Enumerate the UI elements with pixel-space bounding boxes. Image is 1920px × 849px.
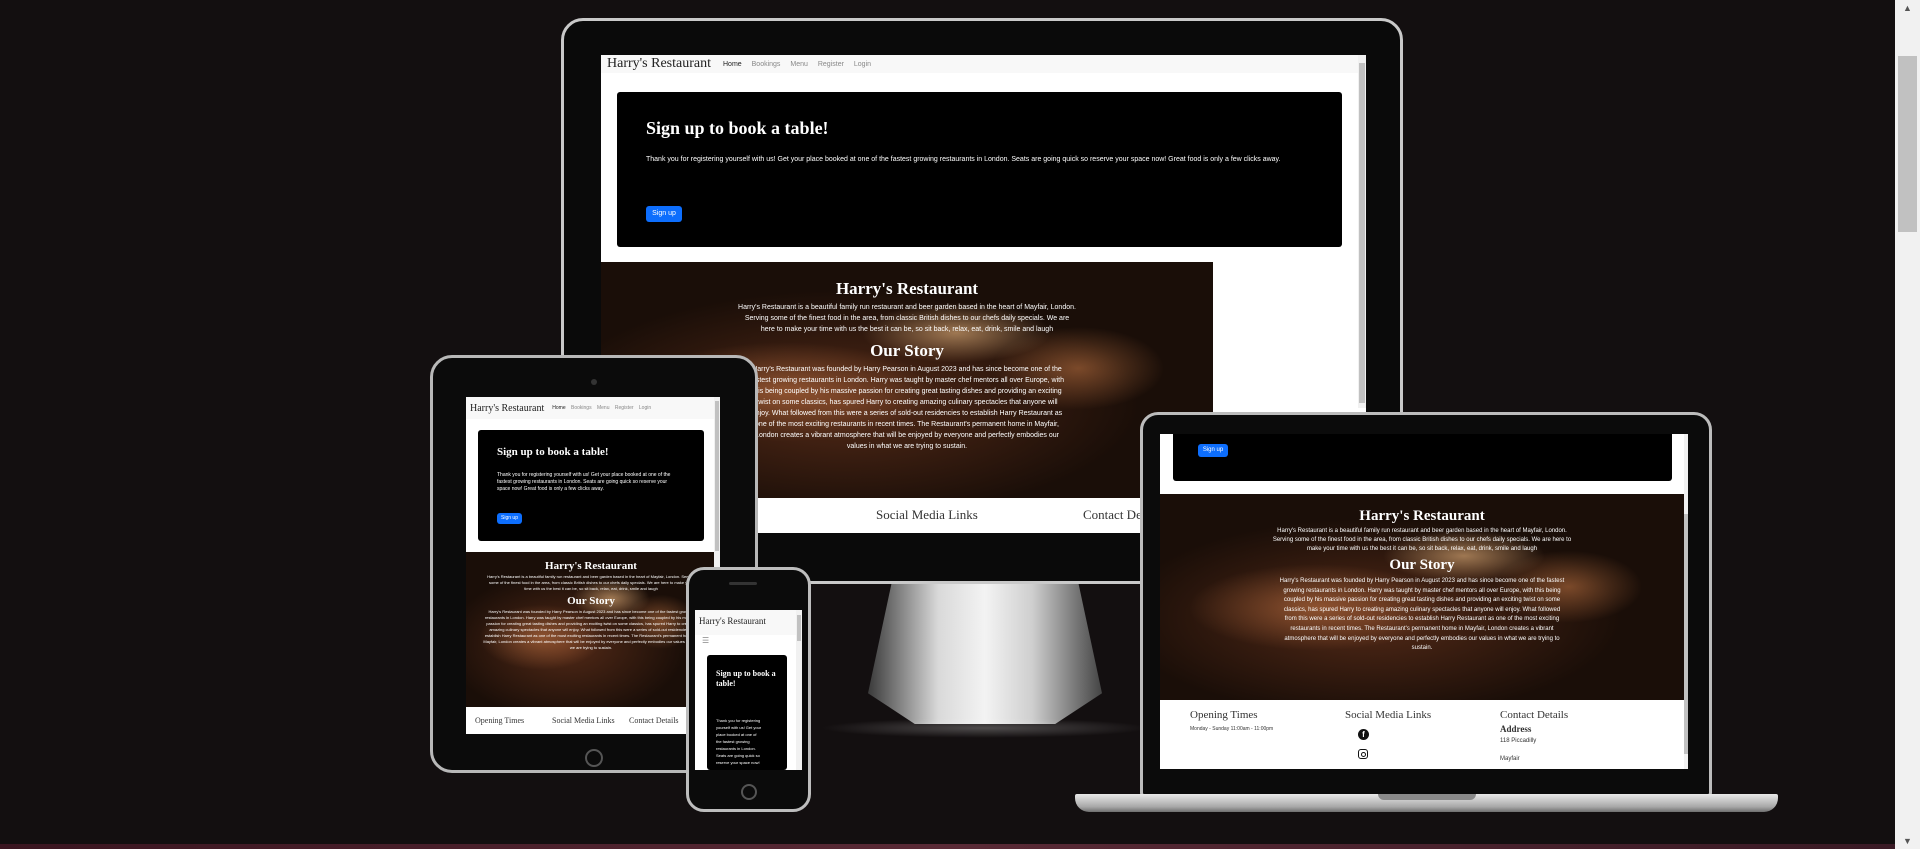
monitor-stand [868, 584, 1102, 724]
laptop-story-text: Harry's Restaurant was founded by Harry … [1279, 578, 1565, 652]
bottom-accent-strip [0, 844, 1895, 849]
tablet-home-button [585, 749, 603, 767]
laptop-signup-hero: Sign up [1173, 434, 1672, 481]
monitor-stand-reflection [820, 718, 1150, 738]
tablet-scrollbar-thumb[interactable] [715, 401, 719, 551]
phone-screen: Harry's Restaurant ☰ Sign up to book a t… [695, 610, 802, 770]
tablet-footer-social-title: Social Media Links [552, 716, 615, 725]
instagram-icon[interactable] [1358, 749, 1368, 759]
signup-text: Thank you for registering yourself with … [646, 156, 1281, 163]
nav-register[interactable]: Register [818, 61, 844, 68]
hamburger-menu-icon[interactable]: ☰ [702, 636, 709, 645]
desktop-scrollbar[interactable] [1358, 55, 1366, 408]
nav-home[interactable]: Home [723, 61, 742, 68]
footer-social-title: Social Media Links [876, 507, 978, 522]
tablet-camera [591, 379, 597, 385]
tablet-nav-register[interactable]: Register [615, 405, 634, 411]
scroll-up-arrow-icon[interactable]: ▲ [1895, 0, 1920, 16]
about-text: Harry's Restaurant is a beautiful family… [738, 304, 1076, 333]
laptop-footer-opening-hours: Monday - Sunday 11:00am - 11:00pm [1190, 726, 1274, 732]
laptop-notch [1378, 794, 1476, 800]
page-scrollbar[interactable]: ▲ ▼ [1895, 0, 1920, 849]
signup-button[interactable]: Sign up [646, 206, 682, 222]
story-text: Harry's Restaurant was founded by Harry … [750, 366, 1064, 450]
phone-signup-heading: Sign up to book a table! [716, 669, 776, 688]
laptop-footer-address-line1: 118 Piccadilly [1500, 738, 1537, 744]
tablet-hero-photo: Harry's Restaurant Harry's Restaurant is… [466, 552, 716, 707]
phone-brand[interactable]: Harry's Restaurant [699, 616, 766, 626]
tablet-nav-links: Home Bookings Menu Register Login [552, 405, 655, 411]
mockup-scene: Harry's Restaurant Home Bookings Menu Re… [0, 0, 1895, 849]
laptop-footer-address-title: Address [1500, 724, 1532, 734]
laptop-signup-button[interactable]: Sign up [1198, 444, 1228, 457]
phone-home-button [741, 784, 757, 800]
tablet-brand[interactable]: Harry's Restaurant [470, 403, 544, 414]
tablet-nav-bookings[interactable]: Bookings [571, 405, 592, 411]
tablet-signup-heading: Sign up to book a table! [497, 446, 609, 458]
nav-links: Home Bookings Menu Register Login [723, 61, 879, 68]
desktop-scrollbar-thumb[interactable] [1359, 63, 1365, 403]
laptop-screen: Sign up Harry's Restaurant Harry's Resta… [1160, 434, 1688, 769]
laptop-hero-photo: Harry's Restaurant Harry's Restaurant is… [1160, 494, 1684, 700]
about-heading: Harry's Restaurant [835, 279, 979, 298]
phone-signup-text: Thank you for registering yourself with … [716, 718, 762, 765]
page-scrollbar-thumb[interactable] [1898, 56, 1917, 232]
laptop-footer: Opening Times Monday - Sunday 11:00am - … [1160, 700, 1684, 769]
facebook-icon[interactable]: f [1358, 729, 1369, 740]
phone-scrollbar[interactable] [796, 610, 802, 770]
laptop-footer-opening-title: Opening Times [1190, 709, 1258, 721]
tablet-nav-home[interactable]: Home [552, 405, 565, 411]
tablet-story-text: Harry's Restaurant was founded by Harry … [483, 609, 699, 650]
tablet-signup-hero: Sign up to book a table! Thank you for r… [478, 430, 704, 541]
tablet-nav-login[interactable]: Login [639, 405, 651, 411]
tablet-about-text: Harry's Restaurant is a beautiful family… [487, 574, 695, 591]
tablet-about-heading: Harry's Restaurant [545, 560, 637, 572]
signup-hero: Sign up to book a table! Thank you for r… [617, 92, 1342, 247]
scroll-down-arrow-icon[interactable]: ▼ [1895, 833, 1920, 849]
phone-navbar: Harry's Restaurant [695, 610, 802, 635]
tablet-signup-text: Thank you for registering yourself with … [497, 472, 671, 492]
nav-login[interactable]: Login [854, 61, 871, 68]
navbar: Harry's Restaurant Home Bookings Menu Re… [601, 55, 1366, 73]
phone-speaker [729, 582, 757, 585]
nav-menu[interactable]: Menu [790, 61, 808, 68]
signup-heading: Sign up to book a table! [646, 118, 829, 138]
laptop-about-text: Harry's Restaurant is a beautiful family… [1272, 528, 1572, 552]
tablet-footer: Opening Times Social Media Links Contact… [466, 707, 716, 734]
tablet-navbar: Harry's Restaurant Home Bookings Menu Re… [466, 397, 720, 419]
laptop-scrollbar[interactable] [1684, 434, 1688, 769]
tablet-footer-opening-title: Opening Times [475, 716, 525, 725]
laptop-footer-address-line2: Mayfair [1500, 756, 1520, 762]
tablet-screen: Harry's Restaurant Home Bookings Menu Re… [466, 397, 720, 734]
laptop-scrollbar-thumb[interactable] [1684, 514, 1688, 754]
phone-scrollbar-thumb[interactable] [797, 615, 801, 641]
tablet-story-heading: Our Story [567, 595, 615, 607]
laptop-footer-contact-title: Contact Details [1500, 709, 1569, 721]
phone-signup-hero: Sign up to book a table! Thank you for r… [707, 655, 787, 770]
nav-bookings[interactable]: Bookings [752, 61, 781, 68]
tablet-footer-contact-title: Contact Details [629, 716, 679, 725]
laptop-about-heading: Harry's Restaurant [1359, 508, 1485, 524]
laptop-story-heading: Our Story [1389, 557, 1455, 573]
laptop-footer-social-title: Social Media Links [1345, 709, 1432, 721]
brand-logo[interactable]: Harry's Restaurant [607, 56, 711, 72]
tablet-signup-button[interactable]: Sign up [497, 513, 522, 524]
tablet-nav-menu[interactable]: Menu [597, 405, 610, 411]
